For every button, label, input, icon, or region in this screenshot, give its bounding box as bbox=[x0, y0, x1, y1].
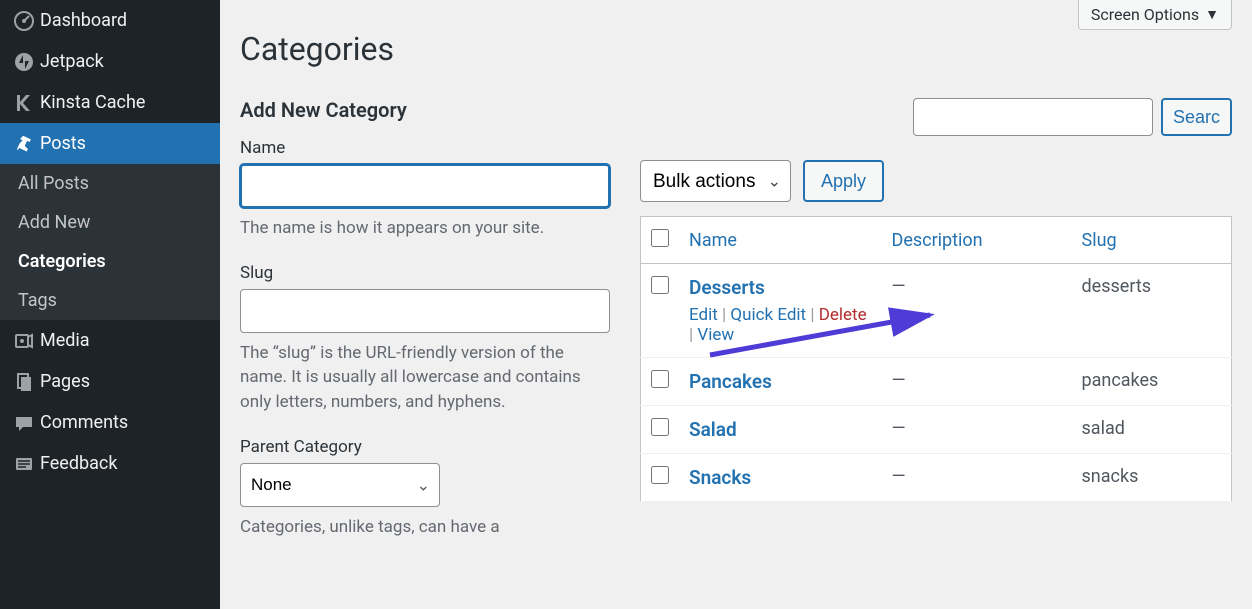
edit-link[interactable]: Edit bbox=[689, 305, 718, 325]
row-checkbox[interactable] bbox=[651, 418, 669, 436]
menu-label: Comments bbox=[40, 412, 128, 433]
menu-feedback[interactable]: Feedback bbox=[0, 443, 220, 484]
menu-label: Jetpack bbox=[40, 51, 104, 72]
name-label: Name bbox=[240, 138, 610, 158]
parent-select[interactable]: None bbox=[240, 463, 440, 507]
slug-label: Slug bbox=[240, 263, 610, 283]
category-slug: salad bbox=[1072, 406, 1232, 454]
menu-posts[interactable]: Posts bbox=[0, 123, 220, 164]
apply-button[interactable]: Apply bbox=[803, 160, 884, 202]
media-icon bbox=[14, 331, 40, 351]
name-input[interactable] bbox=[240, 164, 610, 208]
menu-label: Feedback bbox=[40, 453, 117, 474]
menu-label: Dashboard bbox=[40, 10, 127, 31]
submenu-add-new[interactable]: Add New bbox=[0, 203, 220, 242]
submenu-categories[interactable]: Categories bbox=[0, 242, 220, 281]
parent-label: Parent Category bbox=[240, 437, 610, 457]
row-checkbox[interactable] bbox=[651, 276, 669, 294]
col-slug[interactable]: Slug bbox=[1082, 230, 1117, 251]
pin-icon bbox=[14, 134, 40, 154]
menu-jetpack[interactable]: Jetpack bbox=[0, 41, 220, 82]
menu-label: Media bbox=[40, 330, 90, 351]
row-checkbox[interactable] bbox=[651, 370, 669, 388]
admin-sidebar: Dashboard Jetpack Kinsta Cache Posts All… bbox=[0, 0, 220, 609]
category-slug: desserts bbox=[1072, 264, 1232, 358]
quick-edit-link[interactable]: Quick Edit bbox=[730, 305, 806, 325]
category-title[interactable]: Pancakes bbox=[689, 370, 772, 393]
category-title[interactable]: Salad bbox=[689, 418, 737, 441]
name-help: The name is how it appears on your site. bbox=[240, 216, 610, 241]
main-content: Screen Options ▼ Categories Add New Cate… bbox=[220, 0, 1252, 609]
delete-link[interactable]: Delete bbox=[819, 305, 867, 325]
submenu-posts: All Posts Add New Categories Tags bbox=[0, 164, 220, 320]
caret-down-icon: ▼ bbox=[1205, 6, 1219, 23]
category-title[interactable]: Snacks bbox=[689, 466, 751, 489]
screen-options-label: Screen Options bbox=[1091, 5, 1199, 24]
category-title[interactable]: Desserts bbox=[689, 276, 765, 299]
table-row: Pancakes — pancakes bbox=[641, 358, 1232, 406]
pages-icon bbox=[14, 372, 40, 392]
menu-media[interactable]: Media bbox=[0, 320, 220, 361]
menu-dashboard[interactable]: Dashboard bbox=[0, 0, 220, 41]
table-row: Snacks — snacks bbox=[641, 454, 1232, 502]
row-actions: Edit | Quick Edit | Delete | View bbox=[689, 305, 872, 345]
search-input[interactable] bbox=[913, 98, 1153, 136]
menu-comments[interactable]: Comments bbox=[0, 402, 220, 443]
categories-table: Name Description Slug Desserts Edit | bbox=[640, 216, 1232, 502]
bulk-actions-select[interactable]: Bulk actions bbox=[640, 160, 791, 202]
category-slug: pancakes bbox=[1072, 358, 1232, 406]
category-slug: snacks bbox=[1072, 454, 1232, 502]
menu-pages[interactable]: Pages bbox=[0, 361, 220, 402]
comments-icon bbox=[14, 413, 40, 433]
menu-label: Kinsta Cache bbox=[40, 92, 145, 113]
dashboard-icon bbox=[14, 11, 40, 31]
category-description: — bbox=[882, 454, 1072, 502]
submenu-all-posts[interactable]: All Posts bbox=[0, 164, 220, 203]
jetpack-icon bbox=[14, 52, 40, 72]
menu-label: Posts bbox=[40, 133, 86, 154]
col-description[interactable]: Description bbox=[892, 230, 983, 251]
table-row: Desserts Edit | Quick Edit | Delete | Vi… bbox=[641, 264, 1232, 358]
screen-options-toggle[interactable]: Screen Options ▼ bbox=[1078, 0, 1232, 30]
categories-list: Searc Bulk actions ⌄ Apply Name Descript… bbox=[640, 98, 1232, 561]
menu-kinsta[interactable]: Kinsta Cache bbox=[0, 82, 220, 123]
parent-help: Categories, unlike tags, can have a bbox=[240, 515, 610, 540]
feedback-icon bbox=[14, 454, 40, 474]
kinsta-icon bbox=[14, 93, 40, 113]
col-name[interactable]: Name bbox=[689, 230, 737, 251]
view-link[interactable]: View bbox=[697, 325, 734, 345]
category-description: — bbox=[882, 406, 1072, 454]
category-description: — bbox=[882, 264, 1072, 358]
submenu-tags[interactable]: Tags bbox=[0, 281, 220, 320]
slug-help: The “slug” is the URL-friendly version o… bbox=[240, 341, 610, 415]
select-all-checkbox[interactable] bbox=[651, 229, 669, 247]
search-button[interactable]: Searc bbox=[1161, 98, 1232, 136]
row-checkbox[interactable] bbox=[651, 466, 669, 484]
menu-label: Pages bbox=[40, 371, 90, 392]
form-heading: Add New Category bbox=[240, 98, 610, 122]
table-row: Salad — salad bbox=[641, 406, 1232, 454]
add-category-form: Add New Category Name The name is how it… bbox=[240, 98, 610, 561]
category-description: — bbox=[882, 358, 1072, 406]
slug-input[interactable] bbox=[240, 289, 610, 333]
